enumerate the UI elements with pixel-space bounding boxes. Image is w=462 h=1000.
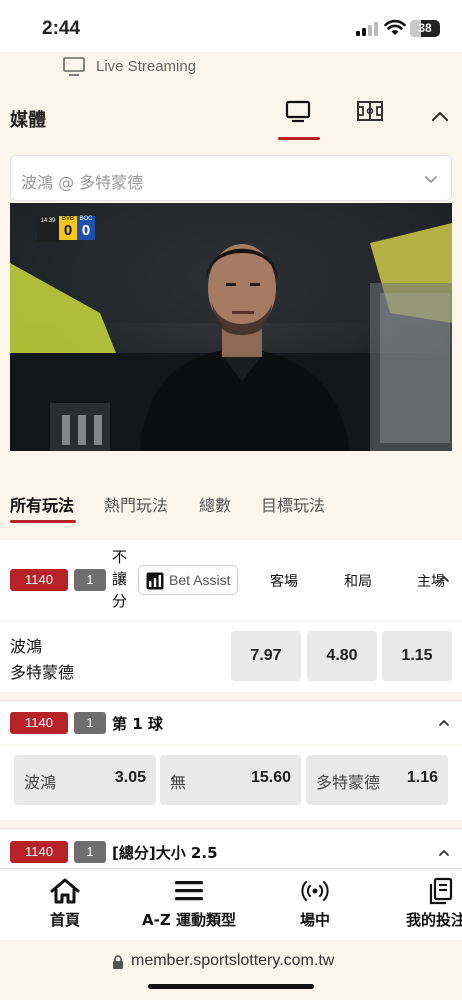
chevron-up-icon[interactable]	[438, 573, 450, 585]
nav-live[interactable]: 場中	[296, 877, 334, 930]
home-team-name: 多特蒙德	[10, 663, 75, 682]
cellular-signal-icon	[356, 22, 378, 36]
option-odds: 15.60	[250, 769, 291, 786]
nav-my-bets[interactable]: 我的投注	[406, 877, 462, 930]
battery-level: 38	[418, 21, 432, 35]
tab-video[interactable]	[276, 96, 320, 140]
browser-url-bar[interactable]: member.sportslottery.com.tw	[0, 940, 462, 1000]
home-icon	[50, 878, 80, 904]
match-selector-value: 波鴻 @ 多特蒙德	[21, 173, 144, 192]
bar-chart-icon	[146, 572, 164, 590]
active-tab-underline	[278, 137, 320, 140]
total-goals-header[interactable]: 1140 1 [總分]大小 2.5	[0, 828, 462, 868]
live-video-player[interactable]: 14:39 BVB 0 BOC 0	[10, 203, 452, 451]
wifi-icon	[384, 19, 406, 35]
option-odds: 1.16	[406, 769, 438, 786]
away-team-name: 波鴻	[10, 637, 43, 656]
live-signal-icon	[301, 881, 329, 901]
moneyline-odds-row: 波鴻 多特蒙德 7.97 4.80 1.15	[0, 620, 462, 692]
nav-sports-a-z-label: A-Z 運動類型	[142, 911, 236, 929]
tv-icon	[285, 100, 311, 123]
first-goal-option-button[interactable]: 多特蒙德 1.16	[306, 755, 448, 805]
scoreboard-overlay: 14:39 BVB 0 BOC 0	[37, 216, 95, 242]
moneyline-market-header: 1140 1 不讓分 Bet Assist 客場 和局 主場	[0, 540, 462, 620]
my-bets-icon	[429, 877, 453, 905]
event-code-badge: 1140	[10, 841, 68, 863]
bet-type-tabs: 所有玩法 熱門玩法 總數 目標玩法	[0, 470, 462, 534]
tab-popular-bets[interactable]: 熱門玩法	[104, 492, 168, 516]
tab-totals[interactable]: 總數	[199, 492, 231, 516]
media-header: 媒體	[0, 88, 462, 146]
column-away: 客場	[270, 574, 298, 590]
live-streaming-label: Live Streaming	[96, 58, 197, 75]
tab-goal-bets[interactable]: 目標玩法	[261, 492, 325, 516]
chevron-up-icon[interactable]	[430, 106, 450, 126]
home-indicator[interactable]	[148, 984, 314, 989]
market-number-badge: 1	[74, 712, 106, 734]
bet-assist-button[interactable]: Bet Assist	[138, 565, 238, 595]
match-clock: 14:39	[37, 216, 59, 242]
total-goals-title: [總分]大小 2.5	[112, 844, 218, 862]
chevron-up-icon[interactable]	[438, 717, 450, 729]
match-selector[interactable]: 波鴻 @ 多特蒙德	[10, 155, 452, 201]
first-goal-title: 第 1 球	[112, 715, 163, 733]
lock-icon	[113, 955, 123, 969]
market-number-badge: 1	[74, 569, 106, 591]
url-text: member.sportslottery.com.tw	[131, 952, 335, 969]
option-name: 多特蒙德	[316, 773, 381, 792]
nav-my-bets-label: 我的投注	[406, 911, 462, 929]
pitch-stats-icon[interactable]	[356, 98, 384, 124]
market-number-badge: 1	[74, 841, 106, 863]
event-code-badge: 1140	[10, 569, 68, 591]
option-name: 無	[170, 773, 187, 792]
nav-home-label: 首頁	[49, 911, 80, 929]
nav-home[interactable]: 首頁	[44, 877, 86, 930]
nav-live-label: 場中	[299, 911, 330, 929]
column-draw: 和局	[344, 574, 372, 590]
live-streaming-row[interactable]: Live Streaming	[0, 52, 462, 88]
menu-icon	[175, 881, 203, 901]
odds-away-button[interactable]: 7.97	[231, 631, 301, 681]
event-code-badge: 1140	[10, 712, 68, 734]
tv-icon	[63, 57, 85, 76]
first-goal-odds-row: 波鴻 3.05 無 15.60 多特蒙德 1.16	[0, 745, 462, 820]
chevron-up-icon[interactable]	[438, 847, 450, 859]
odds-home-button[interactable]: 1.15	[382, 631, 452, 681]
odds-draw-button[interactable]: 4.80	[307, 631, 377, 681]
option-odds: 3.05	[114, 769, 146, 786]
nav-sports-a-z[interactable]: A-Z 運動類型	[138, 877, 240, 930]
tab-all-bets[interactable]: 所有玩法	[10, 492, 74, 516]
active-tab-underline	[10, 520, 76, 523]
battery-icon: 38	[410, 20, 440, 37]
media-title: 媒體	[10, 110, 46, 131]
first-goal-header[interactable]: 1140 1 第 1 球	[0, 700, 462, 744]
option-name: 波鴻	[24, 773, 57, 792]
away-score: 0	[77, 222, 95, 240]
home-score: 0	[59, 222, 77, 240]
status-bar: 2:44 38	[0, 0, 462, 52]
market-type-label: 不讓分	[112, 548, 128, 610]
bottom-navigation: 首頁 A-Z 運動類型 場中 我的投注	[0, 868, 462, 940]
first-goal-option-button[interactable]: 波鴻 3.05	[14, 755, 156, 805]
clock-time: 2:44	[42, 18, 81, 39]
chevron-down-icon	[425, 176, 437, 183]
first-goal-option-button[interactable]: 無 15.60	[160, 755, 301, 805]
bet-assist-label: Bet Assist	[169, 572, 231, 588]
